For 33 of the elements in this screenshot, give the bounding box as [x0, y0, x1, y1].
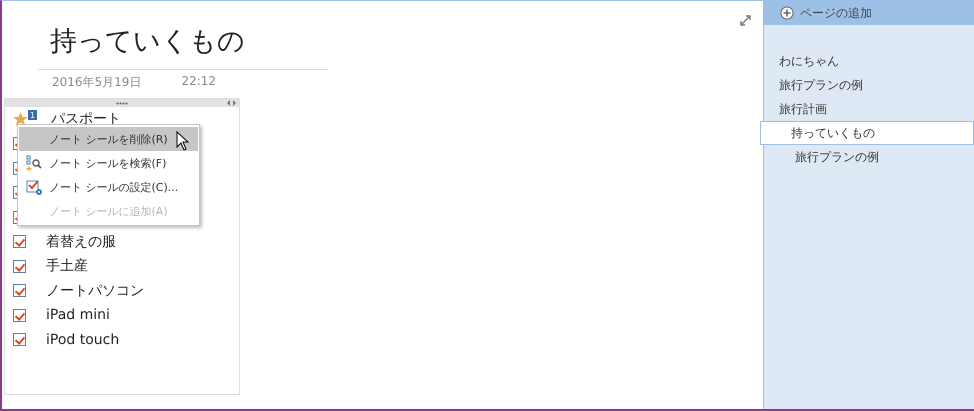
- add-page-button[interactable]: ページの追加: [764, 1, 974, 25]
- add-icon: [780, 6, 794, 20]
- checkbox[interactable]: [13, 235, 26, 248]
- tag-number-badge: 1: [28, 110, 37, 120]
- resize-arrows-icon[interactable]: [227, 100, 236, 106]
- pointer-icon: [176, 131, 189, 151]
- note-handle-bar[interactable]: [5, 99, 239, 107]
- checkbox[interactable]: [13, 308, 26, 322]
- grip-dots-icon[interactable]: [116, 102, 128, 104]
- checkbox[interactable]: [13, 260, 26, 273]
- page-item[interactable]: 旅行計画: [764, 97, 974, 121]
- item-label[interactable]: iPod touch: [46, 332, 120, 348]
- menu-item[interactable]: ノート シールの設定(C)...: [19, 175, 198, 199]
- page-time: 22:12: [181, 74, 216, 90]
- menu-item[interactable]: ノート シールを検索(F): [19, 151, 198, 175]
- checkbox[interactable]: [13, 333, 26, 346]
- checkbox-gear-icon: [26, 178, 42, 196]
- item-label[interactable]: ノートパソコン: [46, 282, 144, 300]
- item-label[interactable]: パスポート: [51, 110, 121, 128]
- item-label[interactable]: iPad mini: [46, 307, 110, 324]
- page-title[interactable]: 持っていくもの: [50, 23, 763, 59]
- page-item[interactable]: 持っていくもの: [760, 121, 974, 145]
- checkbox[interactable]: [13, 284, 26, 298]
- page-item[interactable]: 旅行プランの例: [764, 73, 974, 97]
- item-label[interactable]: 手土産: [46, 257, 88, 276]
- item-label[interactable]: 着替えの服: [46, 232, 116, 251]
- expand-icon[interactable]: [740, 15, 751, 26]
- find-tag-icon: [26, 155, 42, 171]
- page-item[interactable]: わにちゃん: [764, 49, 974, 73]
- page-item[interactable]: 旅行プランの例: [764, 145, 974, 169]
- page-date: 2016年5月19日: [52, 74, 142, 91]
- star-icon: [13, 112, 28, 127]
- menu-item[interactable]: ノート シールを削除(R): [19, 127, 198, 151]
